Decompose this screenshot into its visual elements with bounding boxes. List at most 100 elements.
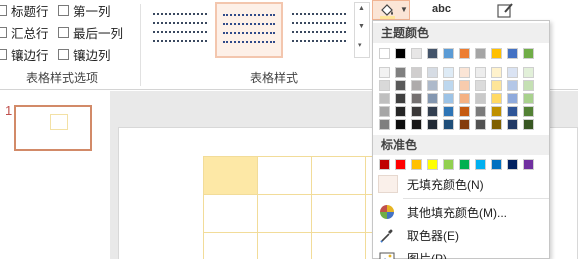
standard-color-swatch[interactable] [411, 159, 422, 170]
table-style-thumb-2[interactable] [215, 2, 283, 58]
more-fill-colors-item[interactable]: 其他填充颜色(M)... [373, 201, 549, 223]
theme-color-swatch[interactable] [427, 48, 438, 59]
table-cell[interactable] [311, 232, 366, 259]
theme-shade-swatch[interactable] [427, 93, 438, 104]
theme-shade-swatch[interactable] [411, 119, 422, 130]
more-styles-icon[interactable]: ▾ [358, 41, 362, 49]
theme-shade-swatch[interactable] [475, 80, 486, 91]
standard-color-swatch[interactable] [475, 159, 486, 170]
theme-shade-swatch[interactable] [379, 119, 390, 130]
first-column-checkbox-box[interactable] [58, 4, 69, 16]
draw-table-icon[interactable] [497, 2, 515, 20]
theme-shade-swatch[interactable] [459, 67, 470, 78]
theme-shade-swatch[interactable] [395, 93, 406, 104]
banded-columns-checkbox-box[interactable] [58, 48, 69, 60]
first-column-checkbox[interactable]: 第一列 [58, 2, 111, 19]
header-row-checkbox-box[interactable] [0, 4, 7, 16]
theme-color-swatch[interactable] [443, 48, 454, 59]
theme-shade-swatch[interactable] [523, 106, 534, 117]
table-style-thumb-1[interactable] [146, 2, 214, 58]
standard-color-swatch[interactable] [491, 159, 502, 170]
theme-shade-swatch[interactable] [459, 80, 470, 91]
theme-shade-swatch[interactable] [459, 106, 470, 117]
theme-shade-swatch[interactable] [443, 93, 454, 104]
table-cell[interactable] [203, 194, 258, 233]
eyedropper-item[interactable]: 取色器(E) [373, 224, 549, 246]
theme-color-swatch[interactable] [411, 48, 422, 59]
theme-shade-swatch[interactable] [443, 67, 454, 78]
theme-shade-swatch[interactable] [411, 93, 422, 104]
theme-shade-swatch[interactable] [443, 106, 454, 117]
theme-color-swatch[interactable] [523, 48, 534, 59]
theme-shade-swatch[interactable] [379, 106, 390, 117]
theme-shade-swatch[interactable] [523, 67, 534, 78]
last-column-checkbox-box[interactable] [58, 26, 69, 38]
table-cell[interactable] [203, 156, 258, 195]
header-row-checkbox[interactable]: 标题行 [0, 2, 49, 19]
theme-shade-swatch[interactable] [395, 106, 406, 117]
standard-color-swatch[interactable] [459, 159, 470, 170]
theme-color-swatch[interactable] [395, 48, 406, 59]
theme-shade-swatch[interactable] [507, 119, 518, 130]
theme-shade-swatch[interactable] [427, 67, 438, 78]
banded-rows-checkbox-box[interactable] [0, 48, 7, 60]
table-style-thumb-3[interactable] [285, 2, 353, 58]
shading-fill-button[interactable]: ▼ [372, 0, 410, 20]
theme-shade-swatch[interactable] [507, 106, 518, 117]
theme-shade-swatch[interactable] [475, 119, 486, 130]
scroll-up-icon[interactable]: ▲ [358, 5, 365, 12]
wordart-abc-icon[interactable]: abc [432, 3, 451, 15]
table-cell[interactable] [257, 232, 312, 259]
theme-shade-swatch[interactable] [411, 67, 422, 78]
standard-color-swatch[interactable] [379, 159, 390, 170]
theme-shade-swatch[interactable] [443, 80, 454, 91]
standard-color-swatch[interactable] [395, 159, 406, 170]
style-gallery-scroll[interactable]: ▲ ▼ ▾ [354, 2, 370, 58]
theme-shade-swatch[interactable] [459, 93, 470, 104]
theme-shade-swatch[interactable] [395, 67, 406, 78]
chevron-down-icon[interactable]: ▼ [400, 5, 408, 14]
theme-shade-swatch[interactable] [491, 80, 502, 91]
theme-shade-swatch[interactable] [523, 80, 534, 91]
theme-color-swatch[interactable] [475, 48, 486, 59]
table-cell[interactable] [311, 156, 366, 195]
no-fill-item[interactable]: 无填充颜色(N) [373, 173, 549, 195]
theme-shade-swatch[interactable] [523, 119, 534, 130]
theme-shade-swatch[interactable] [507, 67, 518, 78]
theme-shade-swatch[interactable] [411, 106, 422, 117]
table-cell[interactable] [257, 194, 312, 233]
theme-color-swatch[interactable] [507, 48, 518, 59]
picture-item[interactable]: 图片(P)... [373, 247, 549, 259]
theme-shade-swatch[interactable] [507, 93, 518, 104]
theme-shade-swatch[interactable] [379, 93, 390, 104]
theme-shade-swatch[interactable] [491, 106, 502, 117]
theme-shade-swatch[interactable] [491, 93, 502, 104]
theme-shade-swatch[interactable] [475, 93, 486, 104]
table-cell[interactable] [203, 232, 258, 259]
theme-shade-swatch[interactable] [507, 80, 518, 91]
theme-shade-swatch[interactable] [379, 67, 390, 78]
standard-color-swatch[interactable] [443, 159, 454, 170]
theme-shade-swatch[interactable] [427, 119, 438, 130]
theme-shade-swatch[interactable] [475, 67, 486, 78]
theme-shade-swatch[interactable] [395, 80, 406, 91]
theme-color-swatch[interactable] [379, 48, 390, 59]
theme-color-swatch[interactable] [491, 48, 502, 59]
banded-columns-checkbox[interactable]: 镶边列 [58, 46, 111, 63]
theme-shade-swatch[interactable] [427, 80, 438, 91]
theme-shade-swatch[interactable] [411, 80, 422, 91]
table-cell[interactable] [257, 156, 312, 195]
banded-rows-checkbox[interactable]: 镶边行 [0, 46, 49, 63]
theme-shade-swatch[interactable] [395, 119, 406, 130]
standard-color-swatch[interactable] [507, 159, 518, 170]
total-row-checkbox-box[interactable] [0, 26, 7, 38]
last-column-checkbox[interactable]: 最后一列 [58, 24, 123, 41]
theme-shade-swatch[interactable] [491, 119, 502, 130]
table-cell[interactable] [311, 194, 366, 233]
theme-shade-swatch[interactable] [379, 80, 390, 91]
standard-color-swatch[interactable] [523, 159, 534, 170]
theme-shade-swatch[interactable] [459, 119, 470, 130]
theme-shade-swatch[interactable] [475, 106, 486, 117]
theme-shade-swatch[interactable] [427, 106, 438, 117]
theme-shade-swatch[interactable] [523, 93, 534, 104]
